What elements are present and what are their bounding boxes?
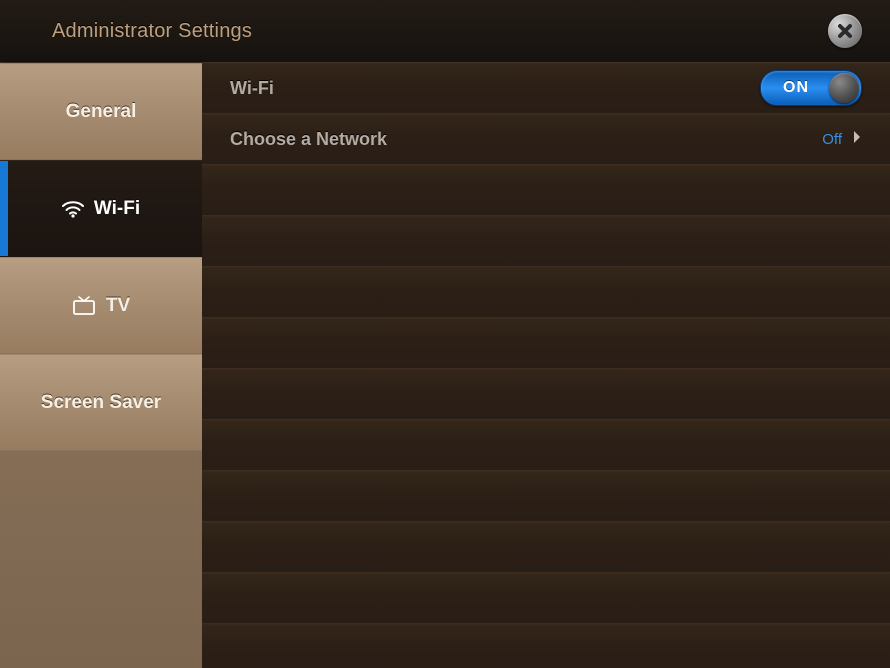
tv-icon — [72, 296, 96, 316]
sidebar-item-wifi[interactable]: Wi-Fi — [0, 160, 202, 257]
sidebar-item-tv[interactable]: TV — [0, 257, 202, 354]
sidebar-item-label: General — [66, 101, 137, 123]
row-choose-network[interactable]: Choose a Network Off — [202, 114, 890, 165]
wifi-icon — [62, 200, 84, 218]
content-pane: Wi-Fi ON Choose a Network Off — [202, 63, 890, 668]
toggle-state-label: ON — [783, 79, 809, 97]
toggle-knob — [829, 73, 859, 103]
window-title: Administrator Settings — [52, 20, 252, 43]
row-label: Wi-Fi — [230, 78, 274, 99]
empty-row — [202, 573, 890, 624]
wifi-toggle[interactable]: ON — [760, 70, 862, 106]
empty-row — [202, 318, 890, 369]
sidebar-item-screensaver[interactable]: Screen Saver — [0, 354, 202, 451]
empty-row — [202, 267, 890, 318]
sidebar-item-label: Wi-Fi — [94, 198, 140, 220]
row-value: Off — [822, 131, 842, 148]
settings-window: Administrator Settings General — [0, 0, 890, 668]
row-wifi-toggle: Wi-Fi ON — [202, 63, 890, 114]
sidebar: General Wi-Fi — [0, 63, 202, 668]
empty-row — [202, 369, 890, 420]
empty-row — [202, 165, 890, 216]
empty-row — [202, 471, 890, 522]
empty-row — [202, 216, 890, 267]
empty-row — [202, 522, 890, 573]
sidebar-item-label: Screen Saver — [41, 392, 161, 414]
empty-row — [202, 624, 890, 668]
chevron-right-icon — [852, 130, 862, 149]
close-button[interactable] — [828, 14, 862, 48]
sidebar-item-label: TV — [106, 295, 130, 317]
body: General Wi-Fi — [0, 63, 890, 668]
close-icon — [836, 22, 854, 40]
title-bar: Administrator Settings — [0, 0, 890, 63]
sidebar-item-general[interactable]: General — [0, 63, 202, 160]
empty-row — [202, 420, 890, 471]
row-label: Choose a Network — [230, 129, 387, 150]
